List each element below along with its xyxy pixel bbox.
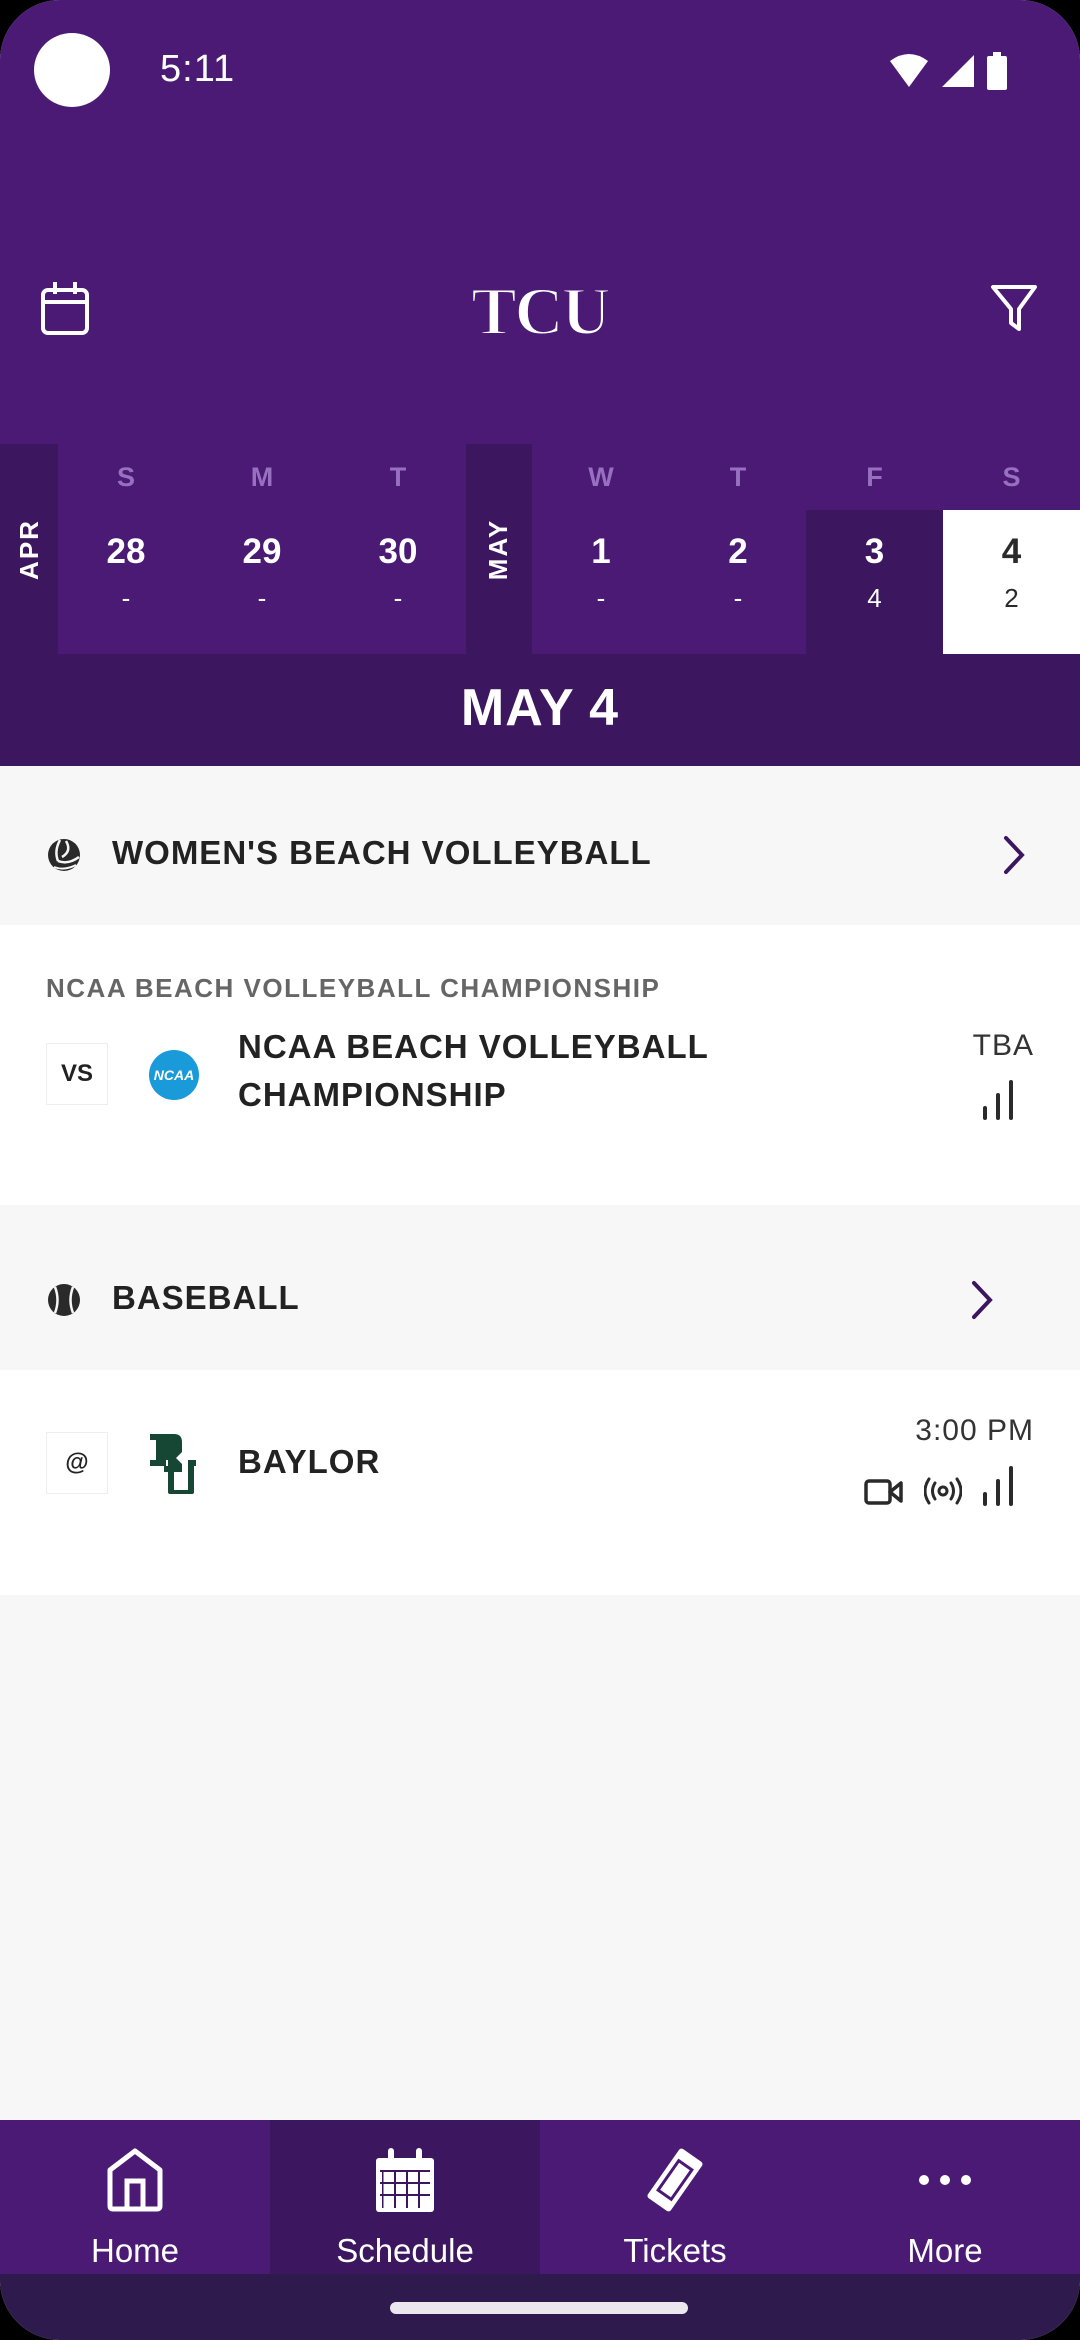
volleyball-icon	[48, 839, 80, 871]
day-number: 29	[242, 532, 282, 571]
baseball-icon	[48, 1284, 80, 1316]
nav-tickets[interactable]: Tickets	[540, 2120, 810, 2274]
status-bar: 5:11	[0, 0, 1080, 140]
nav-home[interactable]: Home	[0, 2120, 270, 2274]
day-of-week: W	[532, 444, 670, 510]
home-gesture-handle[interactable]	[390, 2302, 688, 2314]
day-of-week: F	[806, 444, 943, 510]
filter-icon[interactable]	[990, 283, 1038, 333]
video-icon[interactable]	[864, 1478, 904, 1506]
day-of-week: S	[943, 444, 1080, 510]
game-card[interactable]: NCAA BEACH VOLLEYBALL CHAMPIONSHIP VS NC…	[0, 925, 1080, 1205]
nav-label: Tickets	[623, 2232, 727, 2269]
event-count: 4	[867, 583, 882, 613]
game-card[interactable]: @ BAYLOR 3:00 PM	[0, 1370, 1080, 1595]
camera-cutout	[34, 33, 110, 107]
media-icons	[864, 1466, 1014, 1506]
gesture-bar-area	[0, 2274, 1080, 2340]
calendar-grid-icon	[376, 2148, 434, 2212]
day-of-week: S	[58, 444, 194, 510]
cell-signal-icon	[942, 55, 974, 87]
event-count: -	[733, 583, 743, 613]
wifi-icon	[890, 54, 928, 87]
event-count: -	[596, 583, 606, 613]
day-number: 30	[378, 532, 418, 571]
stats-icon[interactable]	[982, 1466, 1014, 1506]
event-count: 2	[1004, 583, 1019, 613]
day-of-week: T	[670, 444, 806, 510]
month-label-may: MAY	[466, 444, 532, 654]
game-time: 3:00 PM	[915, 1414, 1034, 1447]
month-label-apr: APR	[0, 444, 58, 654]
day-number: 28	[106, 532, 146, 571]
status-time: 5:11	[160, 48, 236, 90]
home-away-badge: @	[46, 1432, 108, 1494]
opponent-name: NCAA BEACH VOLLEYBALL CHAMPIONSHIP	[238, 1028, 709, 1113]
chevron-right-icon[interactable]	[1002, 835, 1026, 875]
day-cell[interactable]: T 30 -	[330, 444, 466, 654]
event-count: -	[393, 583, 403, 613]
event-count: -	[121, 583, 131, 613]
calendar-strip: APR S 28 - M 29 - T 30 - MAY W 1 - T 2 - F 3 4	[0, 444, 1080, 654]
nav-label: Schedule	[336, 2232, 474, 2269]
ticket-icon	[647, 2148, 703, 2212]
phone-screen: 5:11 TCU APR S 28 - M 29 - T 30 - MAY W …	[0, 0, 1080, 2340]
more-dots-icon	[919, 2175, 971, 2185]
sport-header-baseball[interactable]: BASEBALL	[0, 1210, 1080, 1370]
day-cell-selected[interactable]: S 4 2	[943, 444, 1080, 654]
app-header: 5:11 TCU	[0, 0, 1080, 444]
day-of-week: M	[194, 444, 330, 510]
selected-date-title: MAY 4	[0, 654, 1080, 766]
battery-icon	[987, 52, 1007, 90]
sport-header-beach-volleyball[interactable]: WOMEN'S BEACH VOLLEYBALL	[0, 775, 1080, 935]
day-number: 1	[591, 532, 611, 571]
day-cell[interactable]: T 2 -	[670, 444, 806, 654]
calendar-icon[interactable]	[40, 280, 90, 336]
event-label: NCAA BEACH VOLLEYBALL CHAMPIONSHIP	[46, 973, 661, 1003]
nav-label: Home	[90, 2232, 180, 2269]
day-cell[interactable]: M 29 -	[194, 444, 330, 654]
chevron-right-icon[interactable]	[970, 1280, 994, 1320]
ncaa-logo-text: NCAA	[154, 1067, 194, 1083]
ncaa-logo: NCAA	[149, 1050, 199, 1100]
status-icons	[888, 52, 1008, 90]
day-number: 3	[864, 532, 885, 571]
stats-icon[interactable]	[982, 1080, 1014, 1120]
media-icons	[982, 1080, 1014, 1120]
opponent-name: BAYLOR	[238, 1443, 381, 1480]
game-time: TBA	[972, 1029, 1034, 1062]
day-number: 2	[728, 532, 748, 571]
day-cell[interactable]: F 3 4	[806, 444, 943, 654]
home-away-badge: VS	[46, 1043, 108, 1105]
day-of-week: T	[330, 444, 466, 510]
tcu-logo-text: TCU	[471, 273, 609, 348]
home-icon	[107, 2148, 163, 2212]
nav-label: More	[907, 2232, 983, 2269]
nav-more[interactable]: More	[810, 2120, 1080, 2274]
sport-title: WOMEN'S BEACH VOLLEYBALL	[112, 834, 652, 871]
radio-broadcast-icon[interactable]	[924, 1476, 962, 1506]
day-cell[interactable]: S 28 -	[58, 444, 194, 654]
day-number: 4	[1001, 532, 1022, 571]
sport-title: BASEBALL	[112, 1279, 300, 1316]
bottom-nav: Home Schedule Tickets More	[0, 2120, 1080, 2274]
nav-schedule[interactable]: Schedule	[270, 2120, 540, 2274]
event-count: -	[257, 583, 267, 613]
baylor-logo	[150, 1434, 196, 1494]
tcu-logo: TCU	[470, 272, 612, 348]
day-cell[interactable]: W 1 -	[532, 444, 670, 654]
